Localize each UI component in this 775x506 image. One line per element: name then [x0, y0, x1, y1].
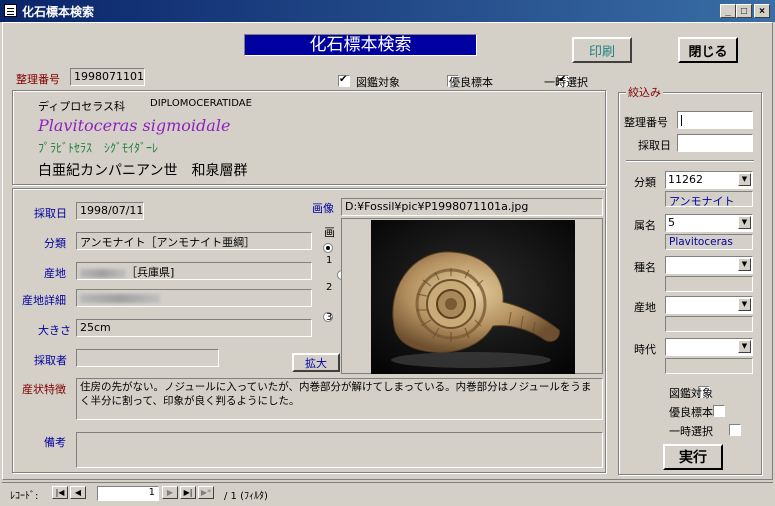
zukan-label: 図鑑対象	[356, 76, 400, 89]
record-navigator: ﾚｺｰﾄﾞ: |◀ ◀ 1 ▶ ▶| ▶* / 1 (ﾌｨﾙﾀ)	[2, 482, 773, 504]
image-label: 画像	[312, 202, 334, 215]
class-label: 分類	[44, 237, 66, 250]
filter-date-label: 採取日	[638, 139, 671, 152]
page-title: 化石標本検索	[244, 34, 477, 56]
close-window-button[interactable]: ×	[754, 4, 770, 18]
redacted-mark	[80, 293, 160, 303]
ichiji-label: 一時選択	[544, 76, 588, 89]
title-bar: 化石標本検索 _ □ ×	[0, 0, 775, 22]
image-radio-1[interactable]	[323, 243, 333, 253]
first-record-icon[interactable]: |◀	[52, 486, 68, 499]
note-field[interactable]	[76, 432, 603, 468]
record-total: / 1 (ﾌｨﾙﾀ)	[224, 491, 268, 502]
class-field[interactable]: アンモナイト［アンモナイト亜綱］	[76, 232, 312, 250]
image-selector: 画 1 2 3	[316, 220, 347, 330]
chevron-down-icon[interactable]: ▼	[738, 258, 751, 271]
filter-era-combo[interactable]: ▼	[665, 338, 753, 356]
window-title: 化石標本検索	[22, 5, 95, 19]
size-field[interactable]: 25cm	[76, 319, 312, 337]
collector-field[interactable]	[76, 349, 219, 367]
filter-place-label: 産地	[634, 301, 656, 314]
filter-class-value: 11262	[668, 173, 703, 186]
place-detail-label: 産地詳細	[22, 294, 66, 307]
fossil-photo	[371, 220, 575, 374]
redacted-mark	[80, 268, 126, 278]
collector-label: 採取者	[34, 354, 67, 367]
filter-genus-combo[interactable]: 5 ▼	[665, 214, 753, 232]
close-button[interactable]: 閉じる	[678, 37, 738, 63]
filter-seiri-input[interactable]	[677, 111, 753, 129]
filter-yuryo-checkbox[interactable]	[713, 405, 725, 417]
image-option-3: 3	[326, 312, 333, 323]
text-cursor	[681, 114, 682, 126]
image-option-1: 1	[326, 255, 333, 266]
filter-genus-label: 属名	[634, 219, 656, 232]
date-label: 採取日	[34, 207, 67, 220]
image-path-field[interactable]: D:¥Fossil¥pic¥P1998071101a.jpg	[341, 198, 603, 216]
minimize-button[interactable]: _	[720, 4, 736, 18]
filter-species-label: 種名	[634, 261, 656, 274]
filter-yuryo-label: 優良標本	[669, 406, 713, 419]
family-ja: ディプロセラス科	[38, 100, 126, 113]
next-record-icon[interactable]: ▶	[162, 486, 178, 499]
filter-genus-name: Plavitoceras	[665, 234, 753, 250]
image-selector-label: 画	[324, 226, 335, 239]
seiri-label: 整理番号	[16, 73, 60, 86]
species-kana: ﾌﾟﾗﾋﾞﾄｾﾗｽ ｼｸﾞﾓｲﾀﾞｰﾚ	[38, 141, 159, 155]
image-option-2: 2	[326, 282, 333, 293]
place-field[interactable]: ［兵庫県]	[76, 262, 312, 280]
filter-seiri-label: 整理番号	[624, 116, 668, 129]
print-button[interactable]: 印刷	[572, 37, 632, 63]
filter-place-name	[665, 316, 753, 332]
feature-field[interactable]: 住房の先がない。ノジュールに入っていたが、内巻部分が解けてしまっている。内巻部分…	[76, 378, 603, 420]
chevron-down-icon[interactable]: ▼	[738, 298, 751, 311]
filter-class-name: アンモナイト	[665, 191, 753, 208]
record-number-input[interactable]: 1	[97, 486, 159, 501]
filter-era-label: 時代	[634, 343, 656, 356]
seiri-field[interactable]: 1998071101	[70, 68, 145, 86]
filter-species-combo[interactable]: ▼	[665, 256, 753, 274]
date-field[interactable]: 1998/07/11	[76, 202, 144, 220]
note-label: 備考	[44, 436, 66, 449]
filter-genus-value: 5	[668, 216, 675, 229]
run-button[interactable]: 実行	[663, 444, 723, 470]
yuryo-label: 優良標本	[449, 76, 493, 89]
place-value: ［兵庫県]	[126, 266, 175, 279]
new-record-icon[interactable]: ▶*	[198, 486, 214, 499]
filter-species-name	[665, 276, 753, 292]
filter-class-combo[interactable]: 11262 ▼	[665, 171, 753, 189]
era-text: 白亜紀カンパニアン世 和泉層群	[38, 163, 248, 179]
maximize-button[interactable]: □	[736, 4, 752, 18]
family-en: DIPLOMOCERATIDAE	[150, 98, 252, 109]
zukan-checkbox[interactable]	[338, 74, 350, 87]
filter-date-input[interactable]	[677, 134, 753, 152]
prev-record-icon[interactable]: ◀	[70, 486, 86, 499]
chevron-down-icon[interactable]: ▼	[738, 340, 751, 353]
place-detail-field[interactable]	[76, 289, 312, 307]
size-label: 大きさ	[38, 324, 71, 337]
feature-label: 産状特徴	[22, 383, 66, 396]
last-record-icon[interactable]: ▶|	[180, 486, 196, 499]
chevron-down-icon[interactable]: ▼	[738, 216, 751, 229]
zoom-button[interactable]: 拡大	[292, 353, 340, 372]
place-label: 産地	[44, 267, 66, 280]
filter-zukan-label: 図鑑対象	[669, 387, 713, 400]
record-label: ﾚｺｰﾄﾞ:	[10, 491, 39, 502]
filter-ichiji-checkbox[interactable]	[728, 424, 741, 436]
filter-place-combo[interactable]: ▼	[665, 296, 753, 314]
filter-era-name	[665, 358, 753, 374]
filter-class-label: 分類	[634, 176, 656, 189]
window-icon[interactable]	[4, 4, 17, 17]
chevron-down-icon[interactable]: ▼	[738, 173, 751, 186]
species-latin: Plavitoceras sigmoidale	[38, 116, 231, 135]
filter-ichiji-label: 一時選択	[669, 425, 713, 438]
filter-title: 絞込み	[626, 84, 663, 100]
image-frame	[341, 218, 603, 374]
filter-divider	[626, 160, 754, 162]
